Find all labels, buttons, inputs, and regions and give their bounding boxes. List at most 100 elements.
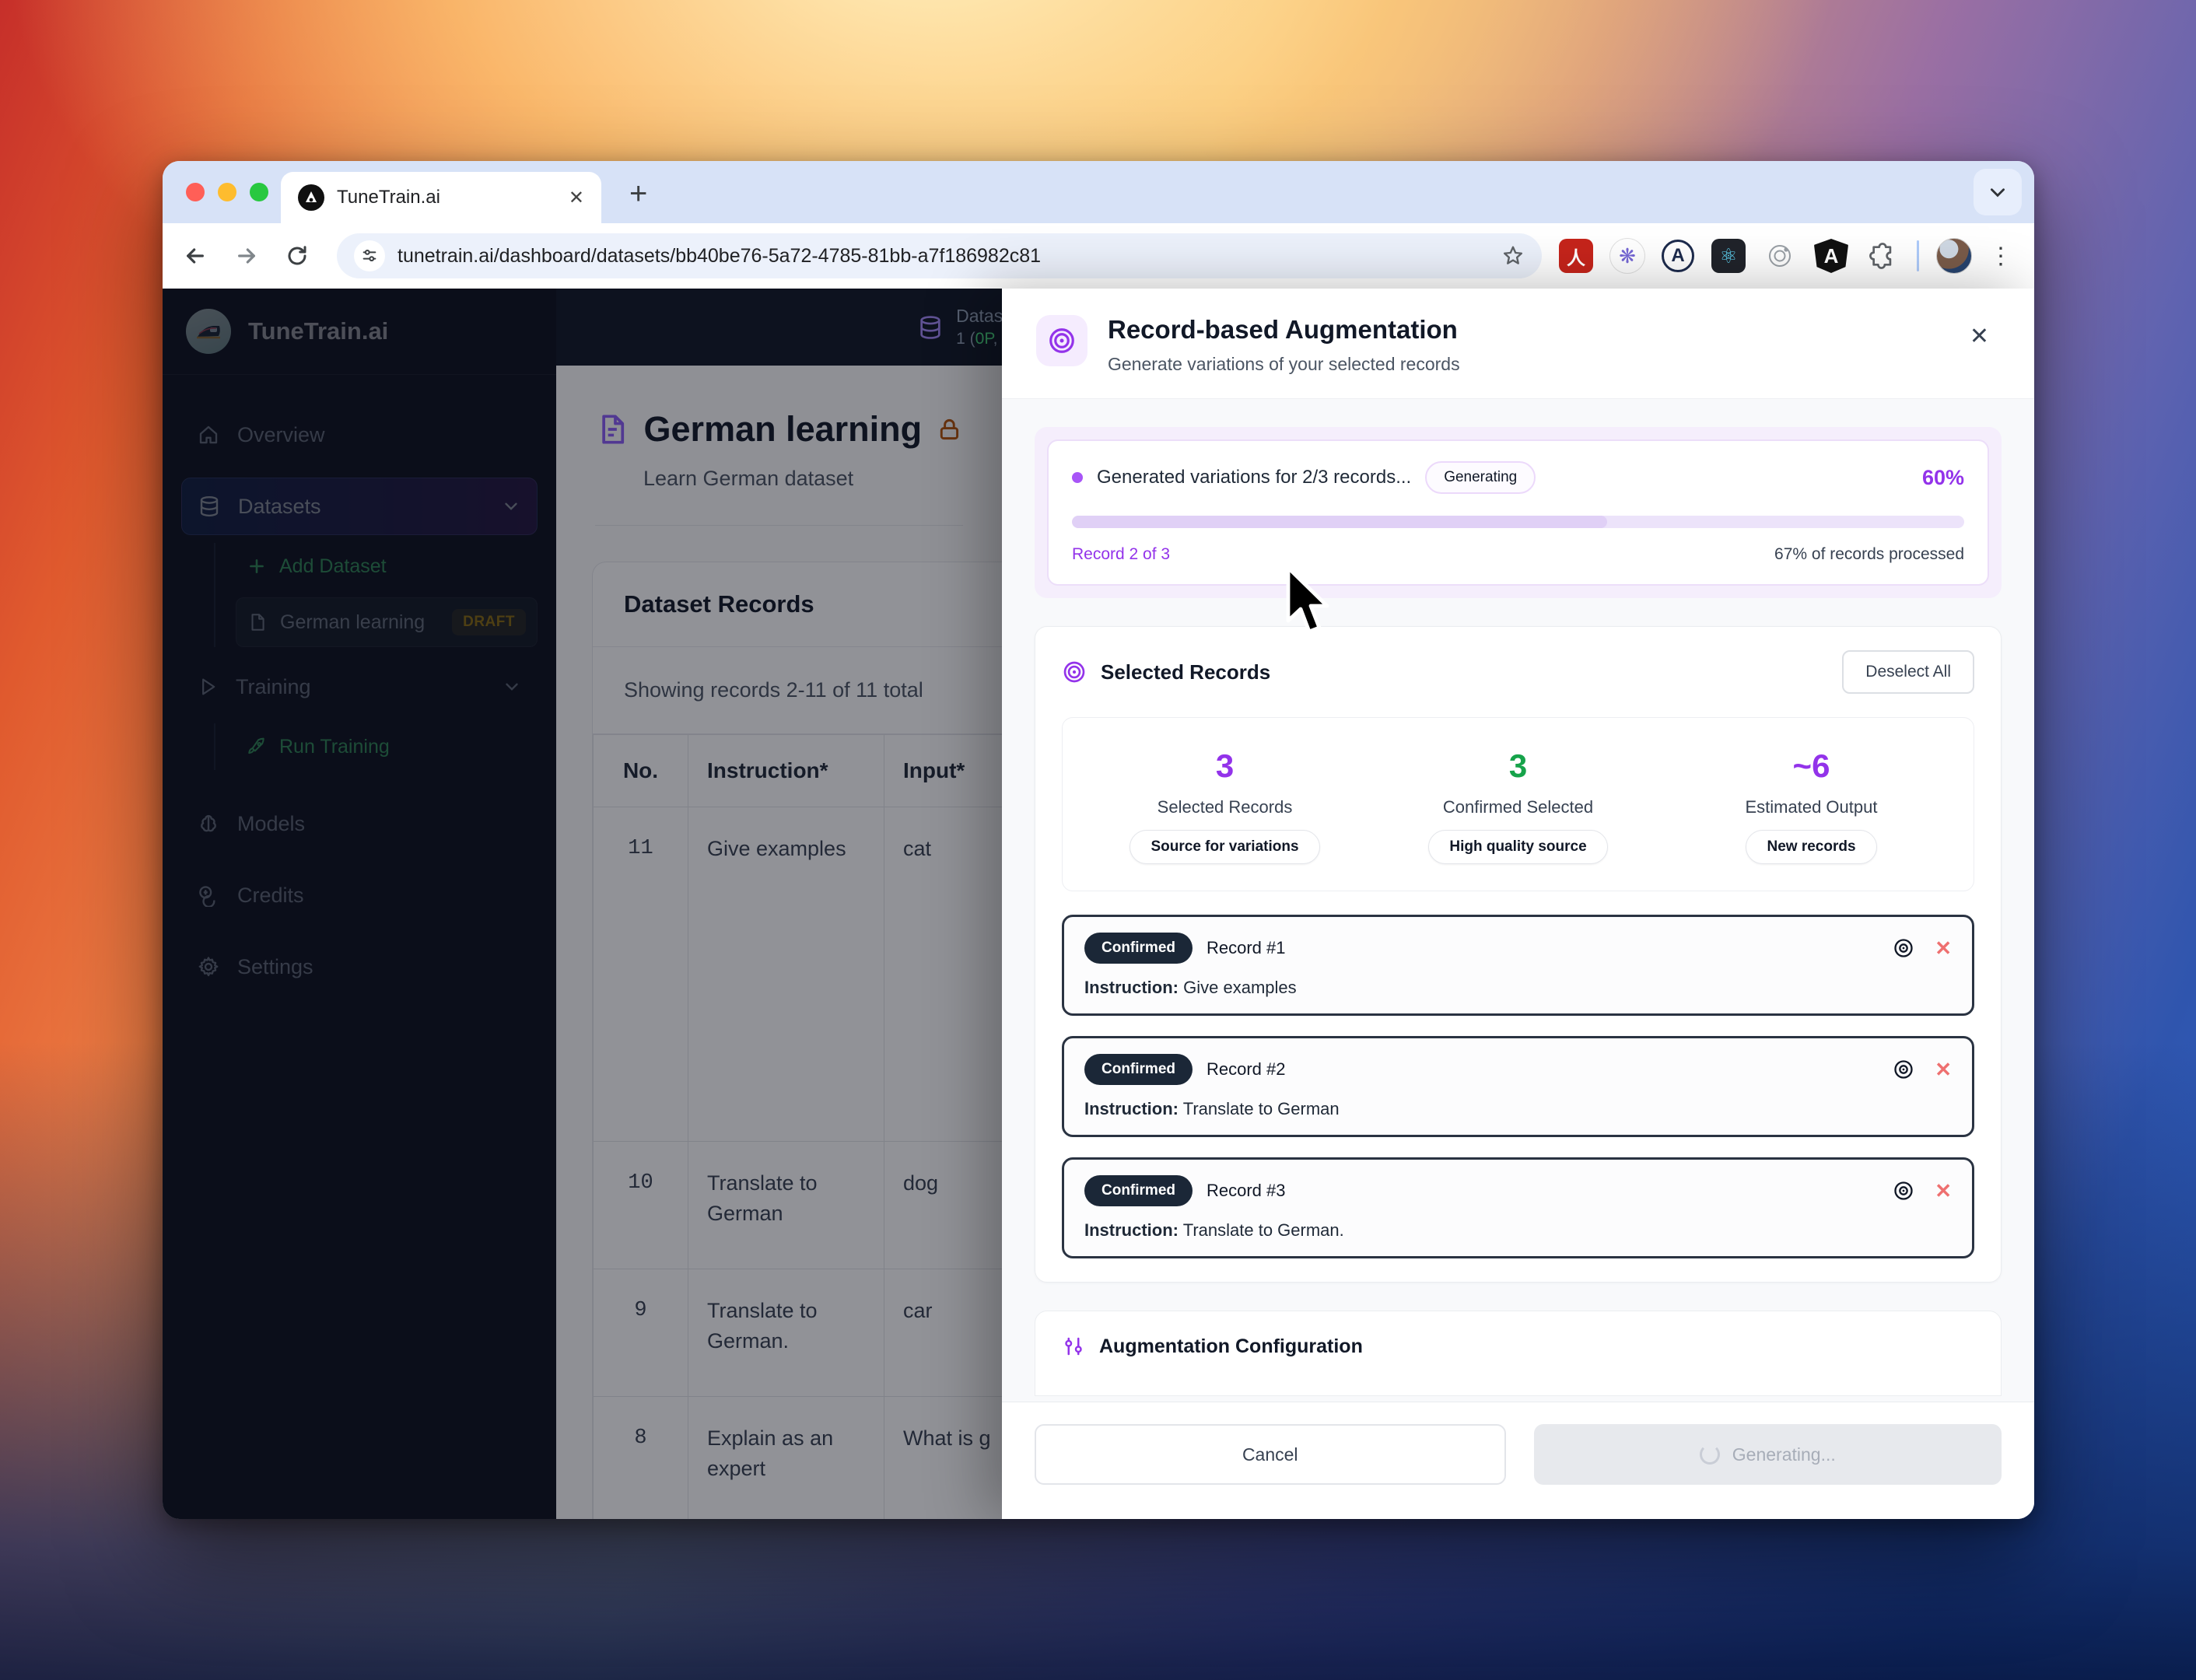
back-button[interactable] <box>183 243 217 268</box>
draft-badge: DRAFT <box>452 609 526 635</box>
stat-pill: Source for variations <box>1130 830 1319 864</box>
preview-target-icon[interactable] <box>1893 1180 1914 1202</box>
url-text[interactable]: tunetrain.ai/dashboard/datasets/bb40be76… <box>398 245 1489 268</box>
remove-record-icon[interactable]: ✕ <box>1935 1179 1952 1203</box>
table-row[interactable]: 9 Translate to German. car <box>594 1269 1003 1397</box>
desktop-wallpaper: TuneTrain.ai ✕ + tunetrain. <box>0 0 2196 1680</box>
dataset-records-card: Dataset Records Showing records 2-11 of … <box>592 562 1002 1519</box>
reload-button[interactable] <box>285 244 320 268</box>
database-icon <box>917 314 944 341</box>
generation-progress-section: Generated variations for 2/3 records... … <box>1035 427 2002 598</box>
play-icon <box>197 676 219 698</box>
modal-footer: Cancel Generating... <box>1002 1402 2034 1519</box>
records-range-caption: Showing records 2-11 of 11 total <box>593 647 1002 734</box>
confirmed-badge: Confirmed <box>1084 933 1193 964</box>
sidebar-item-models[interactable]: Models <box>181 795 538 852</box>
zoom-window-button[interactable] <box>250 183 268 201</box>
sidebar-item-add-dataset[interactable]: Add Dataset <box>236 543 538 590</box>
sliders-icon <box>1062 1335 1085 1358</box>
target-icon <box>1062 660 1087 684</box>
selection-stats: 3 Selected Records Source for variations… <box>1062 717 1974 891</box>
modal-body: Generated variations for 2/3 records... … <box>1002 399 2034 1402</box>
app-background: TuneTrain.ai Overview Datasets <box>163 289 1002 1519</box>
extensions-puzzle-icon[interactable] <box>1865 239 1900 273</box>
sidebar-item-credits[interactable]: Credits <box>181 866 538 924</box>
generating-badge: Generating <box>1425 461 1536 494</box>
react-devtools-icon[interactable]: ⚛ <box>1711 239 1746 273</box>
sidebar-item-datasets[interactable]: Datasets <box>181 478 538 535</box>
progress-bar-fill <box>1072 516 1607 528</box>
progress-record-label: Record 2 of 3 <box>1072 545 1170 564</box>
sidebar-item-run-training[interactable]: Run Training <box>236 723 538 770</box>
tab-close-icon[interactable]: ✕ <box>569 187 584 209</box>
page-title: German learning <box>644 409 923 450</box>
selected-record-card: Confirmed Record #2 ✕ Instruction: Trans… <box>1062 1036 1974 1137</box>
chevron-down-icon <box>502 677 522 697</box>
sidebar-item-overview[interactable]: Overview <box>181 406 538 464</box>
orbit-extension-icon[interactable] <box>1763 239 1797 273</box>
snowflake-extension-icon[interactable]: ❋ <box>1610 239 1644 273</box>
close-icon[interactable]: ✕ <box>1959 315 2000 358</box>
divider <box>595 525 963 526</box>
status-dot <box>1072 472 1083 483</box>
augmentation-modal: Record-based Augmentation Generate varia… <box>1002 289 2034 1519</box>
preview-target-icon[interactable] <box>1893 1059 1914 1080</box>
augmentation-config-heading: Augmentation Configuration <box>1099 1335 1363 1358</box>
modal-header: Record-based Augmentation Generate varia… <box>1002 289 2034 399</box>
column-instruction: Instruction* <box>688 735 884 807</box>
cancel-button[interactable]: Cancel <box>1035 1424 1506 1485</box>
sidebar-nav: Overview Datasets Add Dataset <box>163 375 556 1027</box>
plus-icon <box>247 556 267 576</box>
table-row[interactable]: 11 Give examples cat <box>594 807 1003 1142</box>
close-window-button[interactable] <box>186 183 205 201</box>
letter-a-extension-icon[interactable]: A <box>1662 240 1694 272</box>
tab-search-button[interactable] <box>1974 169 2022 215</box>
progress-status-text: Generated variations for 2/3 records... <box>1097 467 1411 488</box>
generating-button[interactable]: Generating... <box>1534 1424 2002 1485</box>
browser-tab[interactable]: TuneTrain.ai ✕ <box>281 172 601 223</box>
brand-row: TuneTrain.ai <box>163 289 556 375</box>
browser-menu-icon[interactable]: ⋮ <box>1989 243 2014 270</box>
main-content: Datase 1 (0P, German learning Learn Germ… <box>556 289 1002 1519</box>
angular-extension-icon[interactable]: A <box>1814 239 1848 273</box>
pdf-extension-icon[interactable]: 人 <box>1559 239 1593 273</box>
records-table: No. Instruction* Input* 11 Give examples… <box>593 734 1002 1519</box>
stat-estimated-output: ~6 Estimated Output New records <box>1665 747 1958 864</box>
sidebar-item-settings[interactable]: Settings <box>181 938 538 996</box>
selected-record-list: Confirmed Record #1 ✕ Instruction: Give … <box>1062 915 1974 1258</box>
column-no: No. <box>594 735 688 807</box>
minimize-window-button[interactable] <box>218 183 236 201</box>
profile-avatar[interactable] <box>1936 238 1972 274</box>
selected-record-card: Confirmed Record #1 ✕ Instruction: Give … <box>1062 915 1974 1016</box>
browser-toolbar: tunetrain.ai/dashboard/datasets/bb40be76… <box>163 223 2034 289</box>
remove-record-icon[interactable]: ✕ <box>1935 936 1952 961</box>
bookmark-star-icon[interactable] <box>1501 244 1525 268</box>
stat-pill: High quality source <box>1428 830 1607 864</box>
page-subtitle: Learn German dataset <box>643 467 963 491</box>
table-row[interactable]: 8 Explain as an expert What is g <box>594 1397 1003 1520</box>
table-header-row: No. Instruction* Input* <box>594 735 1003 807</box>
new-tab-button[interactable]: + <box>629 177 647 212</box>
sidebar-item-german-learning[interactable]: German learning DRAFT <box>236 597 538 647</box>
page-header: German learning Learn German dataset <box>556 366 1002 526</box>
table-row[interactable]: 10 Translate to German dog <box>594 1142 1003 1269</box>
selected-record-card: Confirmed Record #3 ✕ Instruction: Trans… <box>1062 1157 1974 1258</box>
home-icon <box>197 423 220 446</box>
deselect-all-button[interactable]: Deselect All <box>1842 650 1974 694</box>
site-settings-icon[interactable] <box>354 240 385 271</box>
forward-button[interactable] <box>234 243 268 268</box>
chevron-down-icon <box>501 496 521 516</box>
tab-title: TuneTrain.ai <box>337 187 556 208</box>
address-bar[interactable]: tunetrain.ai/dashboard/datasets/bb40be76… <box>337 233 1542 278</box>
tab-favicon-icon <box>298 184 324 211</box>
mouse-cursor <box>1284 565 1335 638</box>
browser-tab-strip: TuneTrain.ai ✕ + <box>163 161 2034 223</box>
datasets-subnav: Add Dataset German learning DRAFT <box>214 543 538 647</box>
remove-record-icon[interactable]: ✕ <box>1935 1058 1952 1082</box>
dataset-records-title: Dataset Records <box>593 562 1002 647</box>
preview-target-icon[interactable] <box>1893 937 1914 959</box>
stat-selected-records: 3 Selected Records Source for variations <box>1078 747 1371 864</box>
sidebar-item-training[interactable]: Training <box>181 658 538 716</box>
confirmed-badge: Confirmed <box>1084 1054 1193 1085</box>
modal-title: Record-based Augmentation <box>1108 315 1460 345</box>
